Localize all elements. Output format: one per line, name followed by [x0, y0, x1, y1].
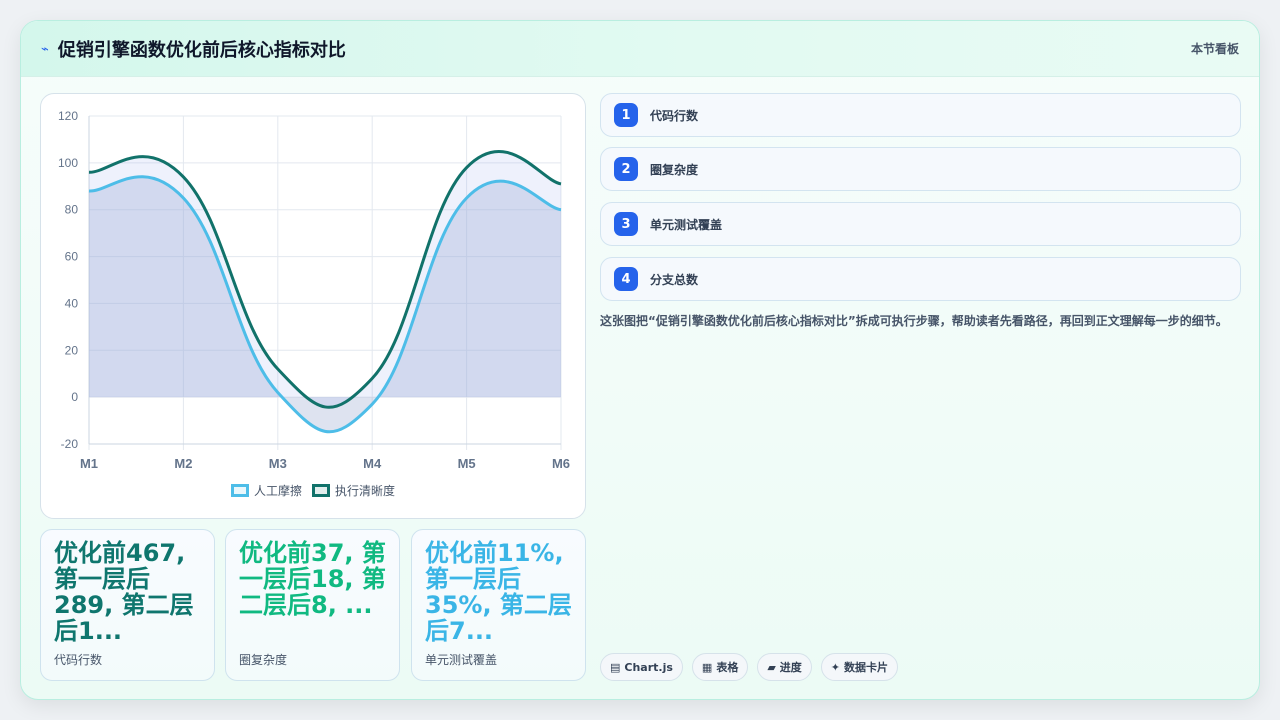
y-tick-label: -20: [61, 437, 79, 451]
step-number-badge: 3: [614, 212, 638, 236]
line-chart: -20 0 20 40 60 80 100 120 M1 M2 M3 M4 M5 M6: [58, 109, 570, 471]
step-item-2[interactable]: 2 圈复杂度: [600, 147, 1241, 191]
y-tick-label: 0: [71, 390, 78, 404]
legend-swatch: [230, 484, 249, 497]
y-tick-label: 60: [65, 250, 79, 264]
stat-label: 圈复杂度: [239, 653, 288, 667]
stat-value: 优化前37, 第一层后18, 第二层后8, ...: [239, 540, 386, 619]
tag-row: ▤ Chart.js ▦ 表格 ▰ 进度 ✦ 数据卡片: [600, 653, 899, 681]
step-label: 代码行数: [650, 108, 699, 123]
progress-icon: ▰: [767, 660, 776, 674]
stat-value: 优化前11%, 第一层后35%, 第二层后7...: [425, 540, 572, 644]
x-tick-label: M2: [174, 456, 192, 471]
stat-label: 单元测试覆盖: [425, 653, 498, 667]
y-tick-label: 20: [65, 343, 79, 357]
step-number-badge: 2: [614, 157, 638, 181]
stat-label: 代码行数: [54, 653, 103, 667]
step-label: 圈复杂度: [650, 162, 699, 177]
tag-label: 进度: [779, 661, 802, 674]
stat-card-lines: 优化前467, 第一层后289, 第二层后1... 代码行数: [40, 529, 215, 681]
legend-label: 执行清晰度: [335, 484, 396, 498]
header: ⌁ 促销引擎函数优化前后核心指标对比 本节看板: [21, 21, 1259, 77]
legend-item-series-1[interactable]: 人工摩擦: [230, 482, 302, 499]
stat-card-coverage: 优化前11%, 第一层后35%, 第二层后7... 单元测试覆盖: [411, 529, 586, 681]
step-item-3[interactable]: 3 单元测试覆盖: [600, 202, 1241, 246]
x-tick-label: M4: [363, 456, 382, 471]
y-tick-label: 100: [58, 156, 78, 170]
y-tick-label: 40: [65, 296, 79, 310]
step-label: 单元测试覆盖: [650, 217, 723, 232]
tag-label: 表格: [716, 661, 739, 674]
legend-swatch: [312, 484, 330, 497]
step-item-1[interactable]: 1 代码行数: [600, 93, 1241, 137]
step-item-4[interactable]: 4 分支总数: [600, 257, 1241, 301]
legend-item-series-2[interactable]: 执行清晰度: [312, 482, 395, 499]
description-text: 这张图把“促销引擎函数优化前后核心指标对比”拆成可执行步骤，帮助读者先看路径，再…: [600, 314, 1228, 328]
x-tick-label: M3: [269, 456, 287, 471]
stat-card-complexity: 优化前37, 第一层后18, 第二层后8, ... 圈复杂度: [225, 529, 400, 681]
step-number-badge: 4: [614, 267, 638, 291]
x-tick-label: M1: [80, 456, 98, 471]
step-label: 分支总数: [650, 272, 699, 287]
chart-panel: -20 0 20 40 60 80 100 120 M1 M2 M3 M4 M5 M6 人工摩擦 执行清晰…: [40, 93, 586, 519]
tag-data-cards[interactable]: ✦ 数据卡片: [820, 653, 899, 681]
y-tick-label: 80: [65, 203, 79, 217]
sparkle-icon: ✦: [830, 660, 841, 674]
tag-label: 数据卡片: [844, 661, 889, 674]
series-area-2: [89, 151, 561, 408]
page-title: 促销引擎函数优化前后核心指标对比: [57, 39, 346, 61]
chart-legend: 人工摩擦 执行清晰度: [41, 482, 585, 499]
lightning-icon: ⌁: [41, 42, 49, 57]
dashboard-card: ⌁ 促销引擎函数优化前后核心指标对比 本节看板 -20 0 20 40 60 80 100 1…: [20, 20, 1260, 700]
x-tick-label: M6: [552, 456, 570, 471]
board-label: 本节看板: [1190, 42, 1239, 56]
step-number-badge: 1: [614, 103, 638, 127]
tag-chartjs[interactable]: ▤ Chart.js: [600, 653, 683, 681]
tag-progress[interactable]: ▰ 进度: [757, 653, 812, 681]
y-tick-label: 120: [58, 109, 78, 123]
stat-value: 优化前467, 第一层后289, 第二层后1...: [54, 540, 194, 644]
chart-icon: ▤: [610, 660, 621, 674]
legend-label: 人工摩擦: [253, 484, 302, 498]
x-tick-label: M5: [458, 456, 476, 471]
table-icon: ▦: [701, 660, 713, 674]
tag-label: Chart.js: [624, 660, 673, 674]
tag-table[interactable]: ▦ 表格: [691, 653, 749, 681]
